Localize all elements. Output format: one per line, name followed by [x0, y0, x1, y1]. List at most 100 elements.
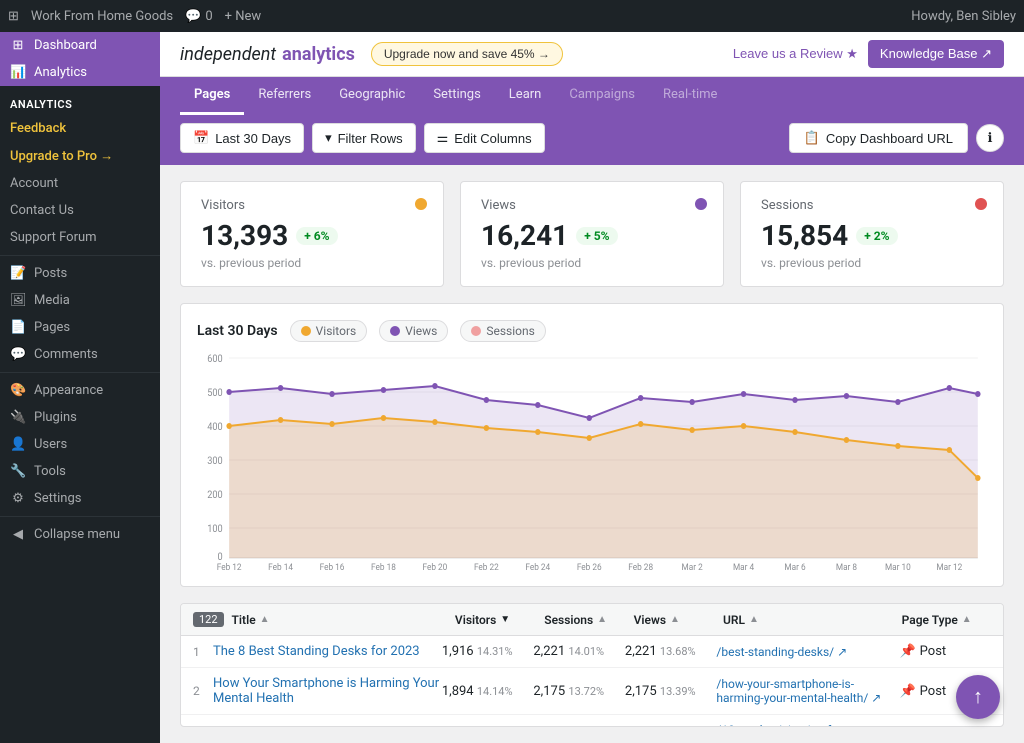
legend-views[interactable]: Views — [379, 320, 448, 342]
col-pagetype[interactable]: Page Type ▲ — [902, 613, 991, 627]
sidebar-item-settings[interactable]: ⚙ Settings — [0, 485, 160, 512]
tab-campaigns[interactable]: Campaigns — [555, 77, 649, 115]
wp-logo[interactable]: ⊞ — [8, 9, 19, 24]
col-views[interactable]: Views ▲ — [634, 613, 723, 627]
media-label: Media — [34, 293, 70, 308]
sidebar-item-feedback[interactable]: Feedback — [0, 115, 160, 142]
tab-pages[interactable]: Pages — [180, 77, 244, 115]
sidebar-item-posts[interactable]: 📝 Posts — [0, 260, 160, 287]
row-num-1: 1 — [193, 645, 213, 659]
collapse-label: Collapse menu — [34, 527, 120, 542]
table-section: 122 Title ▲ Visitors ▼ Sessions ▲ Views … — [180, 603, 1004, 727]
sidebar-item-users[interactable]: 👤 Users — [0, 431, 160, 458]
col-sessions-label: Sessions — [544, 613, 593, 627]
sidebar-item-media[interactable]: 🖼 Media — [0, 287, 160, 314]
stat-card-views: Views 16,241 + 5% vs. previous period — [460, 181, 724, 287]
sessions-dot — [975, 198, 987, 210]
edit-columns-button[interactable]: ⚌ Edit Columns — [424, 123, 545, 153]
col-visitors[interactable]: Visitors ▼ — [455, 613, 544, 627]
url-sort-icon: ▲ — [749, 614, 759, 625]
sessions-vs: vs. previous period — [761, 256, 983, 270]
sidebar-item-collapse[interactable]: ◀ Collapse menu — [0, 521, 160, 548]
fab-scroll-top[interactable]: ↑ — [956, 675, 1000, 719]
col-url[interactable]: URL ▲ — [723, 613, 902, 627]
plugins-label: Plugins — [34, 410, 77, 425]
sidebar-item-contact[interactable]: Contact Us — [0, 197, 160, 224]
svg-text:Feb 16: Feb 16 — [320, 563, 345, 570]
cell-visitors-1: 1,916 14.31% — [442, 644, 534, 659]
cell-title-1[interactable]: The 8 Best Standing Desks for 2023 — [213, 644, 442, 659]
sidebar-item-support[interactable]: Support Forum — [0, 224, 160, 251]
visitors-label: Visitors — [201, 198, 423, 213]
calendar-icon: 📅 — [193, 130, 209, 146]
legend-sessions-label: Sessions — [486, 324, 534, 338]
post-icon-2: 📌 — [899, 684, 915, 699]
header-actions: Leave us a Review ★ Knowledge Base ↗ — [733, 40, 1004, 68]
sessions-label: Sessions — [761, 198, 983, 213]
tab-learn[interactable]: Learn — [495, 77, 556, 115]
upgrade-badge-button[interactable]: Upgrade now and save 45% → — [371, 42, 563, 66]
svg-text:500: 500 — [207, 388, 222, 399]
svg-text:Feb 18: Feb 18 — [371, 563, 396, 570]
posts-icon: 📝 — [10, 266, 26, 281]
svg-text:Feb 14: Feb 14 — [268, 563, 293, 570]
contact-label: Contact Us — [10, 203, 74, 218]
cell-pagetype-1: 📌 Post — [899, 644, 991, 659]
sidebar-item-plugins[interactable]: 🔌 Plugins — [0, 404, 160, 431]
legend-visitors[interactable]: Visitors — [290, 320, 368, 342]
stat-card-visitors: Visitors 13,393 + 6% vs. previous period — [180, 181, 444, 287]
settings-label: Settings — [34, 491, 81, 506]
svg-text:Feb 20: Feb 20 — [423, 563, 448, 570]
leave-review-label: Leave us a Review ★ — [733, 46, 858, 62]
logo-independent: independent — [180, 44, 276, 65]
stats-cards: Visitors 13,393 + 6% vs. previous period… — [160, 165, 1024, 303]
cell-sessions-1: 2,221 14.01% — [533, 644, 625, 659]
sidebar-item-dashboard[interactable]: ⊞ Dashboard — [0, 32, 160, 59]
cell-url-3[interactable]: /13-productivity-tips-from-top-experts/ … — [716, 723, 899, 727]
plugin-logo: independent analytics — [180, 44, 355, 65]
chart-svg: 600 500 400 300 200 100 0 — [197, 350, 987, 570]
sidebar-item-analytics[interactable]: 📊 Analytics — [0, 59, 160, 86]
svg-text:Mar 2: Mar 2 — [682, 563, 703, 570]
svg-text:300: 300 — [207, 456, 222, 467]
tab-referrers[interactable]: Referrers — [244, 77, 325, 115]
last30days-button[interactable]: 📅 Last 30 Days — [180, 123, 304, 153]
cell-url-1[interactable]: /best-standing-desks/ ↗ — [716, 645, 899, 659]
users-icon: 👤 — [10, 437, 26, 452]
cell-title-2[interactable]: How Your Smartphone is Harming Your Ment… — [213, 676, 442, 706]
table-header-row: 122 Title ▲ Visitors ▼ Sessions ▲ Views … — [181, 604, 1003, 636]
legend-sessions[interactable]: Sessions — [460, 320, 545, 342]
sidebar-item-appearance[interactable]: 🎨 Appearance — [0, 377, 160, 404]
sidebar-item-pages[interactable]: 📄 Pages — [0, 314, 160, 341]
knowledge-base-button[interactable]: Knowledge Base ↗ — [868, 40, 1004, 68]
tab-geographic[interactable]: Geographic — [325, 77, 419, 115]
tab-realtime[interactable]: Real-time — [649, 77, 731, 115]
sidebar-item-tools[interactable]: 🔧 Tools — [0, 458, 160, 485]
visitors-sort-icon: ▼ — [500, 614, 510, 625]
svg-text:Feb 22: Feb 22 — [474, 563, 499, 570]
col-sessions[interactable]: Sessions ▲ — [544, 613, 633, 627]
tab-settings[interactable]: Settings — [419, 77, 494, 115]
filter-rows-button[interactable]: ▾ Filter Rows — [312, 123, 416, 153]
svg-text:Feb 28: Feb 28 — [628, 563, 653, 570]
account-label: Account — [10, 176, 58, 191]
tools-icon: 🔧 — [10, 464, 26, 479]
pages-label: Pages — [34, 320, 70, 335]
svg-text:Mar 8: Mar 8 — [836, 563, 857, 570]
cell-url-2[interactable]: /how-your-smartphone-is-harming-your-men… — [716, 677, 899, 705]
user-greeting: Howdy, Ben Sibley — [911, 9, 1016, 24]
sidebar-item-upgrade[interactable]: Upgrade to Pro → — [0, 142, 160, 170]
legend-visitors-dot — [301, 326, 311, 336]
leave-review-button[interactable]: Leave us a Review ★ — [733, 46, 858, 62]
sidebar-item-comments[interactable]: 💬 Comments — [0, 341, 160, 368]
copy-dashboard-url-button[interactable]: 📋 Copy Dashboard URL — [789, 123, 968, 153]
stat-card-sessions: Sessions 15,854 + 2% vs. previous period — [740, 181, 1004, 287]
new-link[interactable]: + New — [225, 9, 262, 24]
comments-link[interactable]: 💬 0 — [185, 9, 213, 24]
site-name[interactable]: Work From Home Goods — [31, 9, 173, 24]
col-title[interactable]: Title ▲ — [232, 613, 455, 627]
chart-header: Last 30 Days Visitors Views Sessions — [197, 320, 987, 342]
info-button[interactable]: ℹ — [976, 124, 1004, 152]
sidebar-item-account[interactable]: Account — [0, 170, 160, 197]
cell-sessions-2: 2,175 13.72% — [533, 684, 625, 699]
